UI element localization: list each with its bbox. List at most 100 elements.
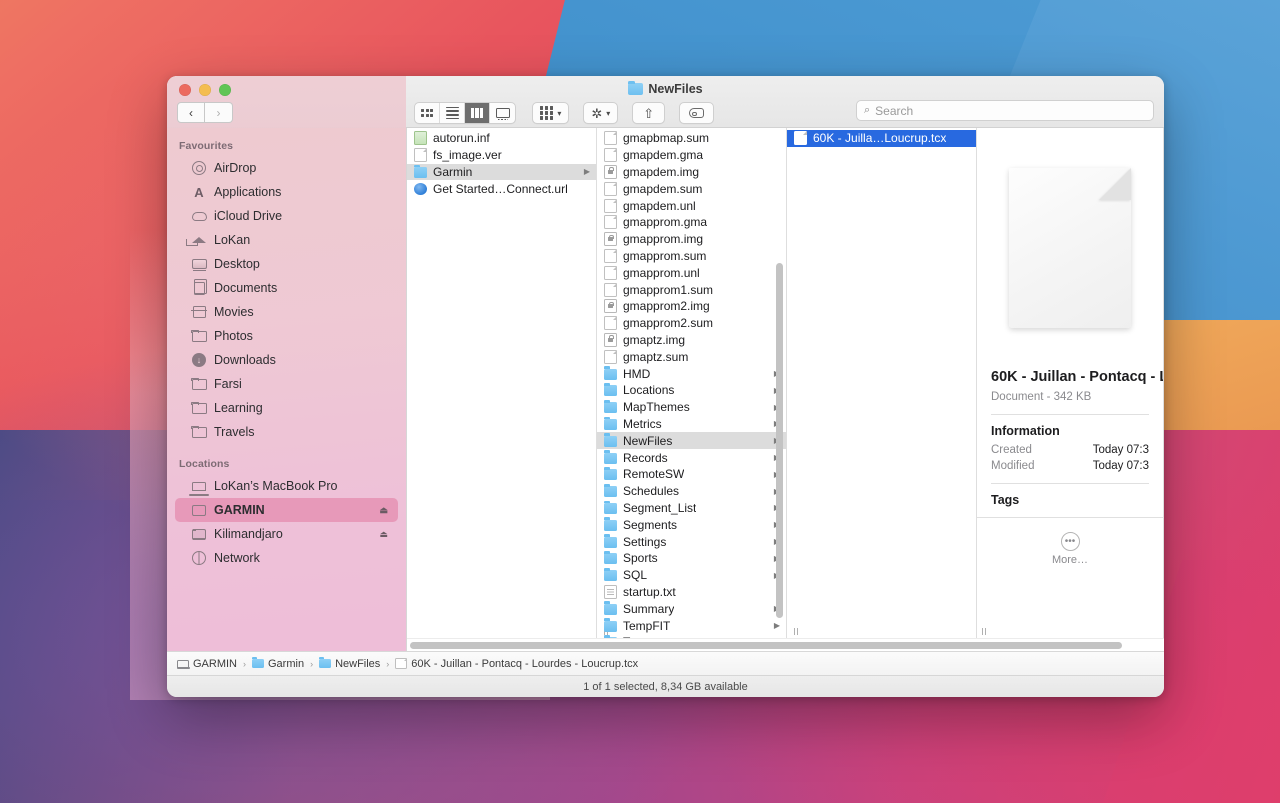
sidebar-item-macbook-pro[interactable]: LoKan’s MacBook Pro <box>175 474 398 498</box>
navigation-buttons[interactable]: ‹ › <box>177 102 233 123</box>
file-row[interactable]: gmapprom.sum <box>597 248 786 265</box>
sidebar-item-garmin[interactable]: GARMIN ⏏ <box>175 498 398 522</box>
divider <box>991 483 1149 485</box>
sidebar-item-movies[interactable]: Movies <box>175 300 398 324</box>
tags-button[interactable] <box>679 102 715 124</box>
file-row[interactable]: gmapbmap.sum <box>597 130 786 147</box>
file-name: SQL <box>623 568 648 583</box>
share-button[interactable]: ⇧ <box>632 102 666 124</box>
file-row[interactable]: Segments▶ <box>597 516 786 533</box>
search-field[interactable]: ⌕ Search <box>856 100 1154 121</box>
sidebar-item-network[interactable]: Network <box>175 546 398 570</box>
preview-file-title: 60K - Juillan - Pontacq - Lourdes - Louc… <box>991 369 1163 385</box>
column-resize-handle[interactable] <box>791 627 801 636</box>
breadcrumb[interactable]: GARMIN › Garmin › NewFiles › 60K - Juill… <box>167 651 1164 675</box>
sidebar-item-travels[interactable]: Travels <box>175 420 398 444</box>
file-row[interactable]: fs_image.ver <box>407 147 596 164</box>
sidebar-item-learning[interactable]: Learning <box>175 396 398 420</box>
file-row[interactable]: gmaptz.sum <box>597 348 786 365</box>
file-row[interactable]: Text▶ <box>597 634 786 638</box>
minimize-window-button[interactable] <box>199 84 211 96</box>
eject-icon[interactable]: ⏏ <box>379 505 388 516</box>
sidebar-item-airdrop[interactable]: AirDrop <box>175 156 398 180</box>
file-row[interactable]: gmaptz.img <box>597 332 786 349</box>
sidebar[interactable]: Favourites AirDrop A Applications iCloud… <box>167 128 406 651</box>
folder-icon <box>604 500 617 514</box>
forward-button[interactable]: › <box>205 102 233 123</box>
file-row[interactable]: SQL▶ <box>597 567 786 584</box>
file-row[interactable]: startup.txt <box>597 584 786 601</box>
gallery-view-button[interactable] <box>490 103 515 123</box>
sidebar-item-kilimandjaro[interactable]: Kilimandjaro ⏏ <box>175 522 398 546</box>
file-row[interactable]: gmapdem.sum <box>597 180 786 197</box>
file-row[interactable]: gmapdem.img <box>597 164 786 181</box>
file-row[interactable]: MapThemes▶ <box>597 399 786 416</box>
file-row[interactable]: Segment_List▶ <box>597 500 786 517</box>
action-menu-button[interactable]: ✲ ▾ <box>583 102 619 124</box>
traffic-lights[interactable] <box>179 84 231 96</box>
file-row[interactable]: RemoteSW▶ <box>597 466 786 483</box>
sidebar-item-desktop[interactable]: Desktop <box>175 252 398 276</box>
file-row[interactable]: Records▶ <box>597 449 786 466</box>
file-row[interactable]: Schedules▶ <box>597 483 786 500</box>
file-row[interactable]: gmapdem.unl <box>597 197 786 214</box>
breadcrumb-item-garmin-folder[interactable]: Garmin <box>252 657 304 670</box>
list-view-button[interactable] <box>440 103 465 123</box>
column-browser[interactable]: autorun.inf fs_image.ver Garmin ▶ Get Starte… <box>406 128 1164 651</box>
breadcrumb-item-garmin-drive[interactable]: GARMIN <box>176 658 237 670</box>
view-mode-segmented-control[interactable] <box>414 102 516 124</box>
file-row[interactable]: Get Started…Connect.url <box>407 180 596 197</box>
horizontal-scrollbar-area[interactable] <box>407 638 1164 651</box>
file-name: Segment_List <box>623 500 697 515</box>
file-row[interactable]: gmapprom2.sum <box>597 315 786 332</box>
file-row[interactable]: autorun.inf <box>407 130 596 147</box>
file-row[interactable]: Settings▶ <box>597 533 786 550</box>
file-row[interactable]: gmapprom.gma <box>597 214 786 231</box>
file-row[interactable]: gmapprom2.img <box>597 298 786 315</box>
sidebar-header-favourites: Favourites <box>179 140 234 152</box>
sidebar-item-downloads[interactable]: ↓ Downloads <box>175 348 398 372</box>
file-row[interactable]: gmapprom.img <box>597 231 786 248</box>
maximize-window-button[interactable] <box>219 84 231 96</box>
sidebar-item-icloud-drive[interactable]: iCloud Drive <box>175 204 398 228</box>
file-row[interactable]: gmapdem.gma <box>597 147 786 164</box>
file-row[interactable]: gmapprom.unl <box>597 264 786 281</box>
file-row[interactable]: TempFIT ▶ <box>597 617 786 634</box>
close-window-button[interactable] <box>179 84 191 96</box>
back-button[interactable]: ‹ <box>177 102 205 123</box>
eject-icon[interactable]: ⏏ <box>379 529 388 540</box>
group-by-button[interactable]: ▾ <box>532 102 570 124</box>
breadcrumb-item-newfiles[interactable]: NewFiles <box>319 657 380 670</box>
file-row[interactable]: Locations▶ <box>597 382 786 399</box>
toolbar[interactable]: ▾ ✲ ▾ ⇧ ⌕ Search <box>406 76 1164 128</box>
file-row[interactable]: Sports▶ <box>597 550 786 567</box>
file-row[interactable]: gmapprom1.sum <box>597 281 786 298</box>
finder-window[interactable]: ‹ › NewFiles ▾ ✲ ▾ ⇧ ⌕ Search Favourites… <box>167 76 1164 697</box>
horizontal-scrollbar[interactable] <box>410 641 1122 649</box>
file-row[interactable]: NewFiles▶ <box>597 432 786 450</box>
sidebar-item-applications[interactable]: A Applications <box>175 180 398 204</box>
file-row[interactable]: 60K - Juilla…Loucrup.tcx <box>787 130 976 147</box>
sidebar-item-lokan[interactable]: LoKan <box>175 228 398 252</box>
downloads-icon: ↓ <box>191 353 207 368</box>
sidebar-item-farsi[interactable]: Farsi <box>175 372 398 396</box>
column-garmin[interactable]: gmapbmap.sum gmapdem.gma gmapdem.img gmapde… <box>597 128 787 638</box>
file-row[interactable]: Garmin ▶ <box>407 163 596 181</box>
preview-resize-handle[interactable] <box>979 627 989 636</box>
file-name: 60K - Juilla…Loucrup.tcx <box>813 131 947 146</box>
column-garmin-root[interactable]: autorun.inf fs_image.ver Garmin ▶ Get Starte… <box>407 128 597 638</box>
column-scrollbar[interactable] <box>776 263 783 618</box>
icon-view-button[interactable] <box>415 103 440 123</box>
column-view-button[interactable] <box>465 103 490 123</box>
file-row[interactable]: Summary▶ <box>597 600 786 617</box>
preview-key: Created <box>991 444 1032 457</box>
file-row[interactable]: HMD▶ <box>597 365 786 382</box>
sidebar-item-photos[interactable]: Photos <box>175 324 398 348</box>
file-row[interactable]: Metrics▶ <box>597 416 786 433</box>
sidebar-section-locations: Locations LoKan’s MacBook Pro GARMIN ⏏ K… <box>167 452 406 570</box>
window-titlebar[interactable]: ‹ › NewFiles ▾ ✲ ▾ ⇧ ⌕ Search <box>167 76 1164 128</box>
column-newfiles[interactable]: 60K - Juilla…Loucrup.tcx <box>787 128 977 638</box>
sidebar-item-documents[interactable]: Documents <box>175 276 398 300</box>
breadcrumb-item-file[interactable]: 60K - Juillan - Pontacq - Lourdes - Louc… <box>395 658 638 670</box>
preview-more-button[interactable]: ••• More… <box>991 518 1149 566</box>
